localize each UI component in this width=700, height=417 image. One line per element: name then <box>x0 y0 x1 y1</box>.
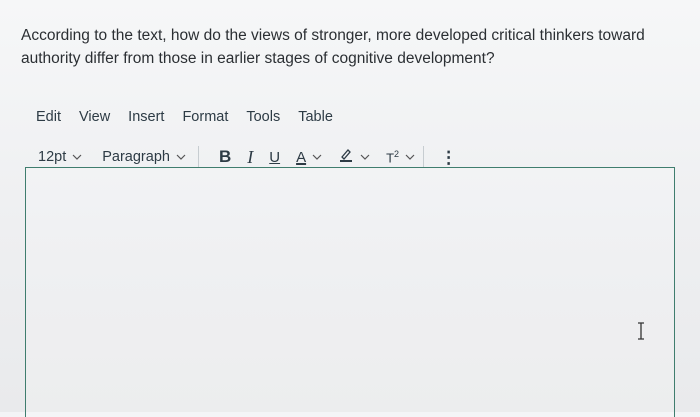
question-text: According to the text, how do the views … <box>21 27 645 67</box>
chevron-down-icon <box>176 152 186 162</box>
page-background: According to the text, how do the views … <box>0 0 700 417</box>
superscript-label-base: T <box>386 150 395 166</box>
editor-toolbar: 12pt Paragraph B I U A T2 ⋮ <box>38 145 465 169</box>
superscript-label-exponent: 2 <box>394 148 400 159</box>
superscript-button[interactable]: T2 <box>378 145 423 169</box>
font-color-button[interactable]: A <box>288 145 330 169</box>
underline-button[interactable]: U <box>261 145 288 169</box>
menu-insert[interactable]: Insert <box>126 107 172 127</box>
chevron-down-icon <box>405 152 415 162</box>
menu-view[interactable]: View <box>77 107 118 127</box>
chevron-down-icon <box>360 152 370 162</box>
menu-table[interactable]: Table <box>296 107 341 127</box>
toolbar-divider <box>197 146 199 168</box>
block-format-dropdown[interactable]: Paragraph <box>102 149 186 165</box>
rich-text-editor-area[interactable] <box>25 167 675 417</box>
block-format-value: Paragraph <box>102 149 170 165</box>
toolbar-divider <box>423 146 425 168</box>
italic-button[interactable]: I <box>239 145 261 169</box>
menu-tools[interactable]: Tools <box>244 107 288 127</box>
bold-button[interactable]: B <box>211 145 239 169</box>
menu-edit[interactable]: Edit <box>34 107 69 127</box>
highlight-button[interactable] <box>330 145 378 169</box>
more-options-button[interactable]: ⋮ <box>432 145 465 169</box>
superscript-label: T2 <box>386 149 399 165</box>
font-size-value: 12pt <box>38 149 67 165</box>
text-cursor-icon <box>636 322 646 340</box>
editor-menubar: Edit View Insert Format Tools Table <box>34 107 349 127</box>
font-size-dropdown[interactable]: 12pt <box>38 149 82 165</box>
highlighter-icon <box>338 147 354 167</box>
font-color-label: A <box>296 148 307 166</box>
chevron-down-icon <box>312 152 322 162</box>
chevron-down-icon <box>72 152 82 162</box>
menu-format[interactable]: Format <box>180 107 236 127</box>
